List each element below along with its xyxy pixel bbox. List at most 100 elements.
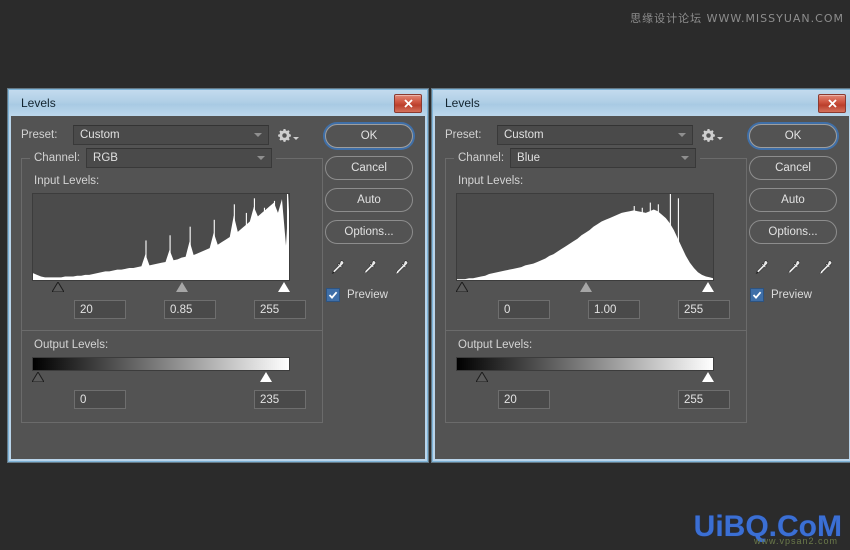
white-point-eyedropper-icon[interactable]	[391, 258, 411, 278]
eyedropper-glyph	[395, 260, 408, 274]
window-title: Levels	[445, 96, 480, 110]
channel-select[interactable]: Blue	[510, 148, 697, 168]
gear-icon[interactable]	[277, 125, 299, 145]
preset-label: Preset:	[21, 129, 58, 141]
input-highlight-slider[interactable]	[701, 282, 714, 292]
gear-caret-icon	[717, 136, 723, 140]
input-highlight-slider[interactable]	[277, 282, 290, 292]
output-slider-track[interactable]	[456, 372, 716, 386]
titlebar[interactable]: Levels	[433, 90, 850, 116]
eyedropper-group	[751, 258, 835, 278]
input-highlight-field[interactable]: 255	[678, 300, 730, 319]
options-button[interactable]: Options...	[325, 220, 413, 244]
output-shadow-field[interactable]: 0	[74, 390, 126, 409]
preset-label: Preset:	[445, 129, 482, 141]
gear-caret-icon	[293, 136, 299, 140]
input-histogram-rgb	[32, 193, 290, 281]
close-icon[interactable]	[394, 94, 422, 113]
eyedropper-glyph	[819, 260, 832, 274]
cancel-button[interactable]: Cancel	[325, 156, 413, 180]
channel-select[interactable]: RGB	[86, 148, 273, 168]
levels-dialog-blue[interactable]: Levels Preset: Custom Channel: Blue Inpu…	[432, 89, 850, 462]
channel-label: Channel:	[458, 152, 505, 164]
histogram-plot	[33, 194, 289, 280]
preview-label: Preview	[771, 289, 812, 301]
input-shadow-slider[interactable]	[456, 282, 468, 292]
eyedropper-glyph	[787, 260, 800, 274]
channel-value: Blue	[517, 152, 541, 164]
output-levels-label: Output Levels:	[34, 339, 109, 351]
black-point-eyedropper-icon[interactable]	[751, 258, 771, 278]
input-shadow-field[interactable]: 20	[74, 300, 126, 319]
output-highlight-field[interactable]: 255	[678, 390, 730, 409]
preset-value: Custom	[80, 129, 120, 141]
ok-button[interactable]: OK	[325, 124, 413, 148]
preview-label: Preview	[347, 289, 388, 301]
preview-checkbox[interactable]	[750, 288, 764, 302]
chevron-down-icon	[678, 133, 686, 137]
preset-select[interactable]: Custom	[73, 125, 269, 145]
cancel-button[interactable]: Cancel	[749, 156, 837, 180]
preview-checkbox[interactable]	[326, 288, 340, 302]
titlebar[interactable]: Levels	[9, 90, 427, 116]
preset-value: Custom	[504, 129, 544, 141]
button-column: OK Cancel Auto Options... Preview	[749, 124, 837, 302]
gear-glyph	[278, 128, 291, 142]
auto-button[interactable]: Auto	[749, 188, 837, 212]
preview-row[interactable]: Preview	[750, 288, 838, 302]
preview-row[interactable]: Preview	[326, 288, 414, 302]
output-shadow-field[interactable]: 20	[498, 390, 550, 409]
chevron-down-icon	[254, 133, 262, 137]
output-shadow-slider[interactable]	[32, 372, 44, 382]
auto-button[interactable]: Auto	[325, 188, 413, 212]
input-histogram-blue	[456, 193, 714, 281]
close-x-glyph	[827, 99, 837, 108]
input-midtone-slider[interactable]	[175, 282, 188, 292]
black-point-eyedropper-icon[interactable]	[327, 258, 347, 278]
divider	[22, 330, 322, 331]
chevron-down-icon	[257, 156, 266, 160]
output-values-row: 0 235	[32, 390, 312, 410]
gray-point-eyedropper-icon[interactable]	[359, 258, 379, 278]
preset-select[interactable]: Custom	[497, 125, 693, 145]
channel-label: Channel:	[34, 152, 81, 164]
levels-fieldset: Channel: RGB Input Levels: 20 0.85 255 O…	[21, 148, 323, 423]
input-shadow-field[interactable]: 0	[498, 300, 550, 319]
ok-button[interactable]: OK	[749, 124, 837, 148]
close-x-glyph	[403, 99, 413, 108]
close-icon[interactable]	[818, 94, 846, 113]
options-button[interactable]: Options...	[749, 220, 837, 244]
input-midtone-field[interactable]: 0.85	[164, 300, 216, 319]
input-values-row: 0 1.00 255	[456, 300, 736, 320]
output-shadow-slider[interactable]	[475, 372, 488, 382]
levels-dialog-rgb[interactable]: Levels Preset: Custom Channel: RGB Input…	[8, 89, 428, 462]
eyedropper-glyph	[755, 260, 768, 274]
output-slider-track[interactable]	[32, 372, 292, 386]
chevron-down-icon	[681, 156, 690, 160]
gray-point-eyedropper-icon[interactable]	[783, 258, 803, 278]
watermark-bottom-right: UiBQ.CoM www.vpsan2.com	[694, 510, 842, 546]
output-highlight-field[interactable]: 235	[254, 390, 306, 409]
divider	[446, 330, 746, 331]
output-highlight-slider[interactable]	[260, 372, 273, 382]
input-midtone-slider[interactable]	[580, 282, 592, 292]
dialog-body: Preset: Custom Channel: RGB Input Levels…	[11, 116, 425, 459]
gear-icon[interactable]	[701, 125, 723, 145]
input-levels-label: Input Levels:	[34, 175, 100, 187]
input-midtone-field[interactable]: 1.00	[588, 300, 640, 319]
eyedropper-glyph	[363, 260, 376, 274]
dialog-body: Preset: Custom Channel: Blue Input Level…	[435, 116, 849, 459]
check-icon	[328, 291, 338, 299]
output-highlight-slider[interactable]	[701, 372, 714, 382]
white-point-eyedropper-icon[interactable]	[815, 258, 835, 278]
input-slider-track[interactable]	[32, 282, 292, 296]
button-column: OK Cancel Auto Options... Preview	[325, 124, 413, 302]
check-icon	[752, 291, 762, 299]
input-values-row: 20 0.85 255	[32, 300, 312, 320]
input-shadow-slider[interactable]	[51, 282, 64, 292]
watermark-bottom-sub: www.vpsan2.com	[753, 536, 838, 546]
input-highlight-field[interactable]: 255	[254, 300, 306, 319]
levels-fieldset: Channel: Blue Input Levels: 0 1.00 255 O…	[445, 148, 747, 423]
input-slider-track[interactable]	[456, 282, 716, 296]
eyedropper-group	[327, 258, 411, 278]
